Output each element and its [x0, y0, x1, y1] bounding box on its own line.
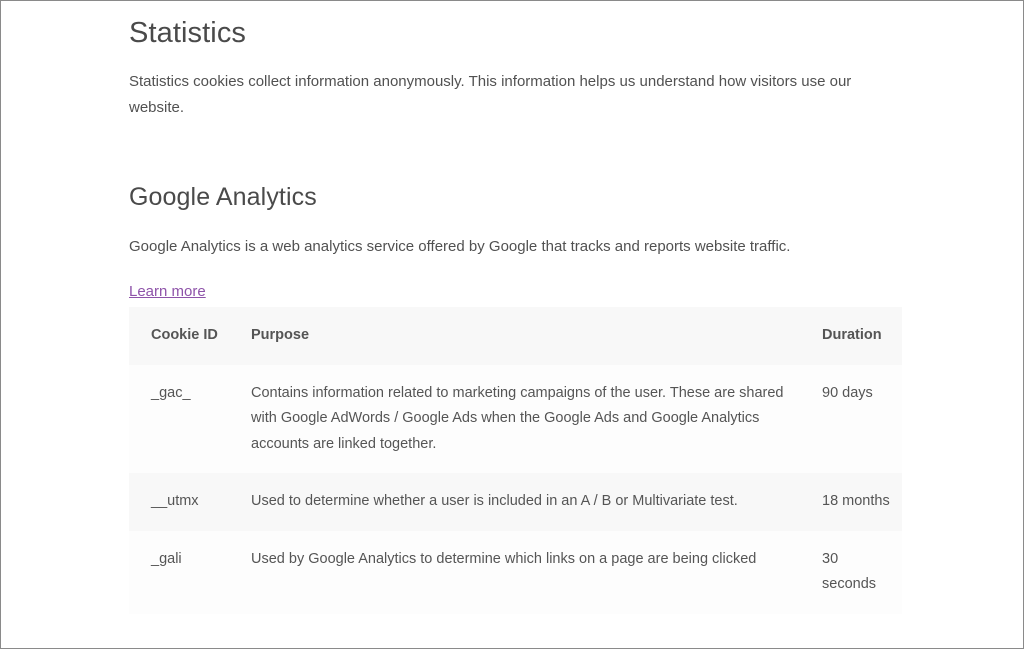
table-header-row: Cookie ID Purpose Duration: [129, 307, 902, 365]
table-row: __utmx Used to determine whether a user …: [129, 473, 902, 531]
cookie-id-cell: __utmx: [129, 473, 229, 531]
duration-cell: 18 months: [800, 473, 902, 531]
google-analytics-heading: Google Analytics: [129, 183, 317, 211]
header-purpose: Purpose: [229, 307, 800, 365]
purpose-cell: Used by Google Analytics to determine wh…: [229, 530, 800, 614]
google-analytics-description: Google Analytics is a web analytics serv…: [129, 238, 791, 255]
duration-cell: 30 seconds: [800, 530, 902, 614]
cookie-id-cell: _gali: [129, 530, 229, 614]
learn-more-link[interactable]: Learn more: [129, 283, 206, 300]
statistics-description: Statistics cookies collect information a…: [129, 73, 852, 116]
cookie-id-cell: _gac_: [129, 364, 229, 473]
statistics-heading: Statistics: [129, 17, 247, 49]
purpose-cell: Used to determine whether a user is incl…: [229, 473, 800, 531]
table-row: _gali Used by Google Analytics to determ…: [129, 530, 902, 614]
header-cookie-id: Cookie ID: [129, 307, 229, 365]
page-frame: Statistics Statistics cookies collect in…: [0, 0, 1024, 649]
table-row: _gac_ Contains information related to ma…: [129, 364, 902, 473]
cookie-table: Cookie ID Purpose Duration _gac_ Contain…: [129, 307, 902, 614]
duration-cell: 90 days: [800, 364, 902, 473]
purpose-cell: Contains information related to marketin…: [229, 364, 800, 473]
header-duration: Duration: [800, 307, 902, 365]
